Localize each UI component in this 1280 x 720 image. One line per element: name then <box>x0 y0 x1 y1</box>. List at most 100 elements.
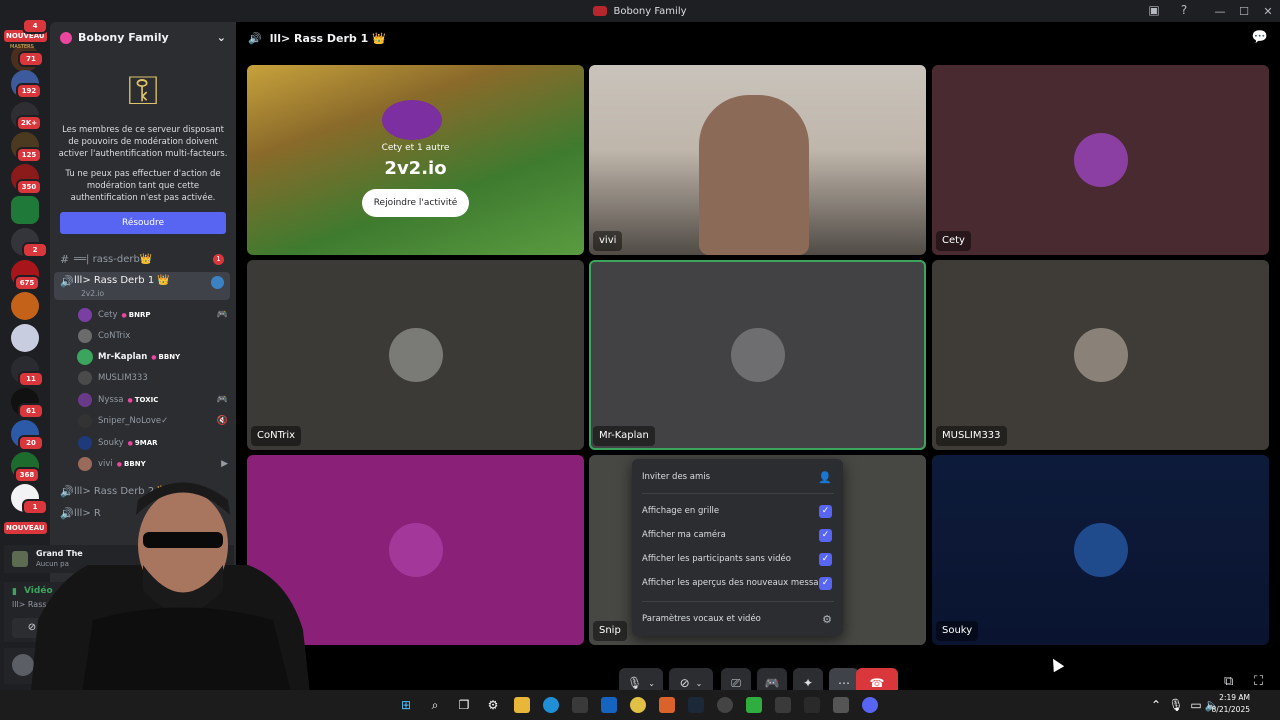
mic-icon: 🎙 <box>627 676 643 690</box>
activity-game-name: 2v2.io <box>384 158 447 179</box>
server-icon[interactable] <box>11 324 39 352</box>
unread-badge: 675 <box>14 275 40 291</box>
member-name: MUSLIM333 <box>98 373 148 383</box>
voice-member[interactable]: Souky 9MAR <box>78 433 228 453</box>
participant-name: Mr-Kaplan <box>593 426 655 446</box>
add-user-icon: 👤 <box>818 470 832 484</box>
member-tag: 9MAR <box>128 439 158 447</box>
voice-channel-rass-derb-1[interactable]: 🔊 lll> Rass Derb 1 👑 2v2.io <box>54 272 230 300</box>
windows-start-icon[interactable]: ⊞ <box>398 697 414 713</box>
inbox-icon[interactable]: ▣ <box>1146 3 1162 19</box>
checkbox-checked-icon[interactable]: ✓ <box>819 528 832 542</box>
system-clock[interactable]: 2:19 AM 8/21/2025 <box>1212 692 1250 716</box>
voice-member[interactable]: MUSLIM333 <box>78 368 228 388</box>
avatar <box>1073 133 1128 187</box>
resolve-button[interactable]: Résoudre <box>60 212 226 234</box>
voice-video-settings-item[interactable]: Paramètres vocaux et vidéo ⚙ <box>642 609 834 629</box>
avatar <box>730 328 785 382</box>
video-tile-contrix[interactable]: CoNTrix <box>247 260 584 450</box>
voice-channel-title: lll> Rass Derb 1 👑 <box>269 31 386 45</box>
video-tile-muslim333[interactable]: MUSLIM333 <box>932 260 1269 450</box>
pop-out-icon[interactable]: ⧉ <box>1224 674 1233 689</box>
epic-games-icon[interactable] <box>804 697 820 713</box>
fullscreen-icon[interactable]: ⛶ <box>1254 674 1263 689</box>
app-icon[interactable] <box>775 697 791 713</box>
voice-member[interactable]: CoNTrix <box>78 326 228 346</box>
key-icon: ⚿ <box>127 68 159 114</box>
window-title-text: Bobony Family <box>613 5 687 17</box>
checkbox-checked-icon[interactable]: ✓ <box>819 552 832 566</box>
server-icon[interactable] <box>11 292 39 320</box>
streamer-webcam-overlay <box>28 482 313 720</box>
join-activity-button[interactable]: Rejoindre l'activité <box>361 189 470 217</box>
checkbox-checked-icon[interactable]: ✓ <box>819 576 832 590</box>
settings-gear-icon[interactable]: ⚙ <box>485 697 501 713</box>
maximize-icon[interactable]: ☐ <box>1232 5 1256 18</box>
grid-view-toggle[interactable]: Affichage en grille ✓ <box>642 501 834 521</box>
voice-member[interactable]: Cety BNRP 🎮 <box>78 305 228 325</box>
unread-badge: 2K+ <box>16 115 43 131</box>
muted-icon: 🔇 <box>216 416 228 426</box>
help-icon[interactable]: ? <box>1176 3 1192 19</box>
participant-name: vivi <box>593 231 623 251</box>
voice-member[interactable]: Sniper_NoLove✓ 🔇 <box>78 411 228 431</box>
app-icon[interactable] <box>833 697 849 713</box>
text-channel-rass-derb[interactable]: # ══| rass-derb👑 1 <box>54 249 230 269</box>
window-title: Bobony Family <box>593 5 687 17</box>
participant-name: CoNTrix <box>251 426 302 446</box>
soundboard-icon: ✦ <box>802 676 814 690</box>
menu-item-label: Inviter des amis <box>642 472 711 482</box>
microphone-tray-icon[interactable]: 🎙 <box>1168 697 1184 713</box>
steam-icon[interactable] <box>688 697 704 713</box>
server-header[interactable]: Bobony Family ⌄ <box>50 22 236 52</box>
avatar <box>1073 328 1128 382</box>
discord-icon[interactable] <box>862 697 878 713</box>
clock-time: 2:19 AM <box>1219 693 1250 702</box>
avatar <box>78 393 92 407</box>
network-icon[interactable]: ▭ <box>1188 697 1204 713</box>
close-icon[interactable]: ✕ <box>1256 5 1280 18</box>
task-view-icon[interactable]: ❐ <box>456 697 472 713</box>
discord-window: Bobony Family ▣ ? — ☐ ✕ NOUVEAU 4 MASTER… <box>0 0 1280 720</box>
clock-date: 8/21/2025 <box>1211 705 1250 714</box>
chevron-down-icon: ⌄ <box>695 678 703 688</box>
video-tile-cety[interactable]: Cety <box>932 65 1269 255</box>
participant-name: MUSLIM333 <box>936 426 1007 446</box>
outlook-icon[interactable] <box>601 697 617 713</box>
member-tag: TOXIC <box>127 396 159 404</box>
server-mini-label: MASTERS <box>10 44 34 50</box>
voice-member[interactable]: Nyssa TOXIC 🎮 <box>78 390 228 410</box>
unread-badge: 1 <box>213 253 224 265</box>
menu-divider <box>642 601 834 602</box>
chat-icon[interactable]: 💬 <box>1252 30 1268 45</box>
chrome-icon[interactable] <box>630 697 646 713</box>
camera-icon: ▶ <box>221 459 228 469</box>
menu-divider <box>642 493 834 494</box>
app-icon[interactable] <box>746 697 762 713</box>
show-non-video-toggle[interactable]: Afficher les participants sans vidéo ✓ <box>642 549 834 569</box>
video-tile-vivi[interactable]: vivi <box>589 65 926 255</box>
speaker-icon: 🔊 <box>60 275 74 288</box>
app-icon[interactable] <box>717 697 733 713</box>
activity-tile[interactable]: Cety et 1 autre 2v2.io Rejoindre l'activ… <box>247 65 584 255</box>
minimize-icon[interactable]: — <box>1208 5 1232 18</box>
video-tile-mr-kaplan[interactable]: Mr-Kaplan <box>589 260 926 450</box>
app-icon[interactable] <box>659 697 675 713</box>
store-icon[interactable] <box>572 697 588 713</box>
search-icon[interactable]: ⌕ <box>427 697 443 713</box>
voice-member[interactable]: Mr-Kaplan BBNY <box>78 347 228 367</box>
participant-name: Souky <box>936 621 979 641</box>
tray-chevron-up-icon[interactable]: ⌃ <box>1148 697 1164 713</box>
file-explorer-icon[interactable] <box>514 697 530 713</box>
server-icon[interactable] <box>11 196 39 224</box>
invite-friends-item[interactable]: Inviter des amis 👤 <box>642 467 834 487</box>
edge-icon[interactable] <box>543 697 559 713</box>
checkbox-checked-icon[interactable]: ✓ <box>819 504 832 518</box>
message-previews-toggle[interactable]: Afficher les aperçus des nouveaux messa.… <box>642 573 834 593</box>
show-my-camera-toggle[interactable]: Afficher ma caméra ✓ <box>642 525 834 545</box>
video-tile-souky[interactable]: Souky <box>932 455 1269 645</box>
chevron-down-icon: ⌄ <box>648 678 655 688</box>
hash-icon: # <box>60 252 70 266</box>
member-name: Souky <box>98 438 124 448</box>
camera-feed <box>699 95 809 255</box>
